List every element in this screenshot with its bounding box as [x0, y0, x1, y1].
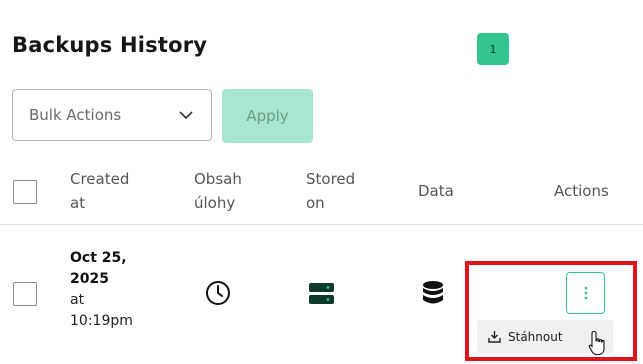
header-created-at[interactable]: Created at — [70, 167, 129, 215]
apply-button[interactable]: Apply — [222, 89, 313, 143]
bulk-actions-select[interactable]: Bulk Actions — [12, 89, 212, 141]
row-actions-menu-button[interactable] — [566, 272, 605, 314]
server-icon — [309, 283, 334, 304]
download-icon — [488, 331, 501, 343]
select-all-checkbox[interactable] — [13, 180, 37, 204]
row-checkbox[interactable] — [13, 282, 37, 306]
header-divider — [0, 224, 643, 225]
backup-count-badge: 1 — [477, 33, 509, 65]
header-data: Data — [418, 182, 454, 200]
header-obsah-ulohy: Obsah úlohy — [194, 170, 242, 212]
page-title: Backups History — [12, 33, 208, 57]
database-icon — [423, 281, 443, 304]
header-actions: Actions — [554, 182, 609, 200]
vertical-dots-icon — [584, 286, 587, 300]
chevron-down-icon — [179, 111, 193, 120]
hand-pointer-cursor-icon — [588, 330, 605, 356]
header-stored-on: Stored on — [306, 170, 356, 212]
clock-icon — [206, 281, 230, 305]
row-created-date: Oct 25, 2025 at 10:19pm — [70, 250, 133, 329]
download-menu-label: Stáhnout — [508, 329, 563, 344]
bulk-actions-label: Bulk Actions — [29, 106, 122, 124]
